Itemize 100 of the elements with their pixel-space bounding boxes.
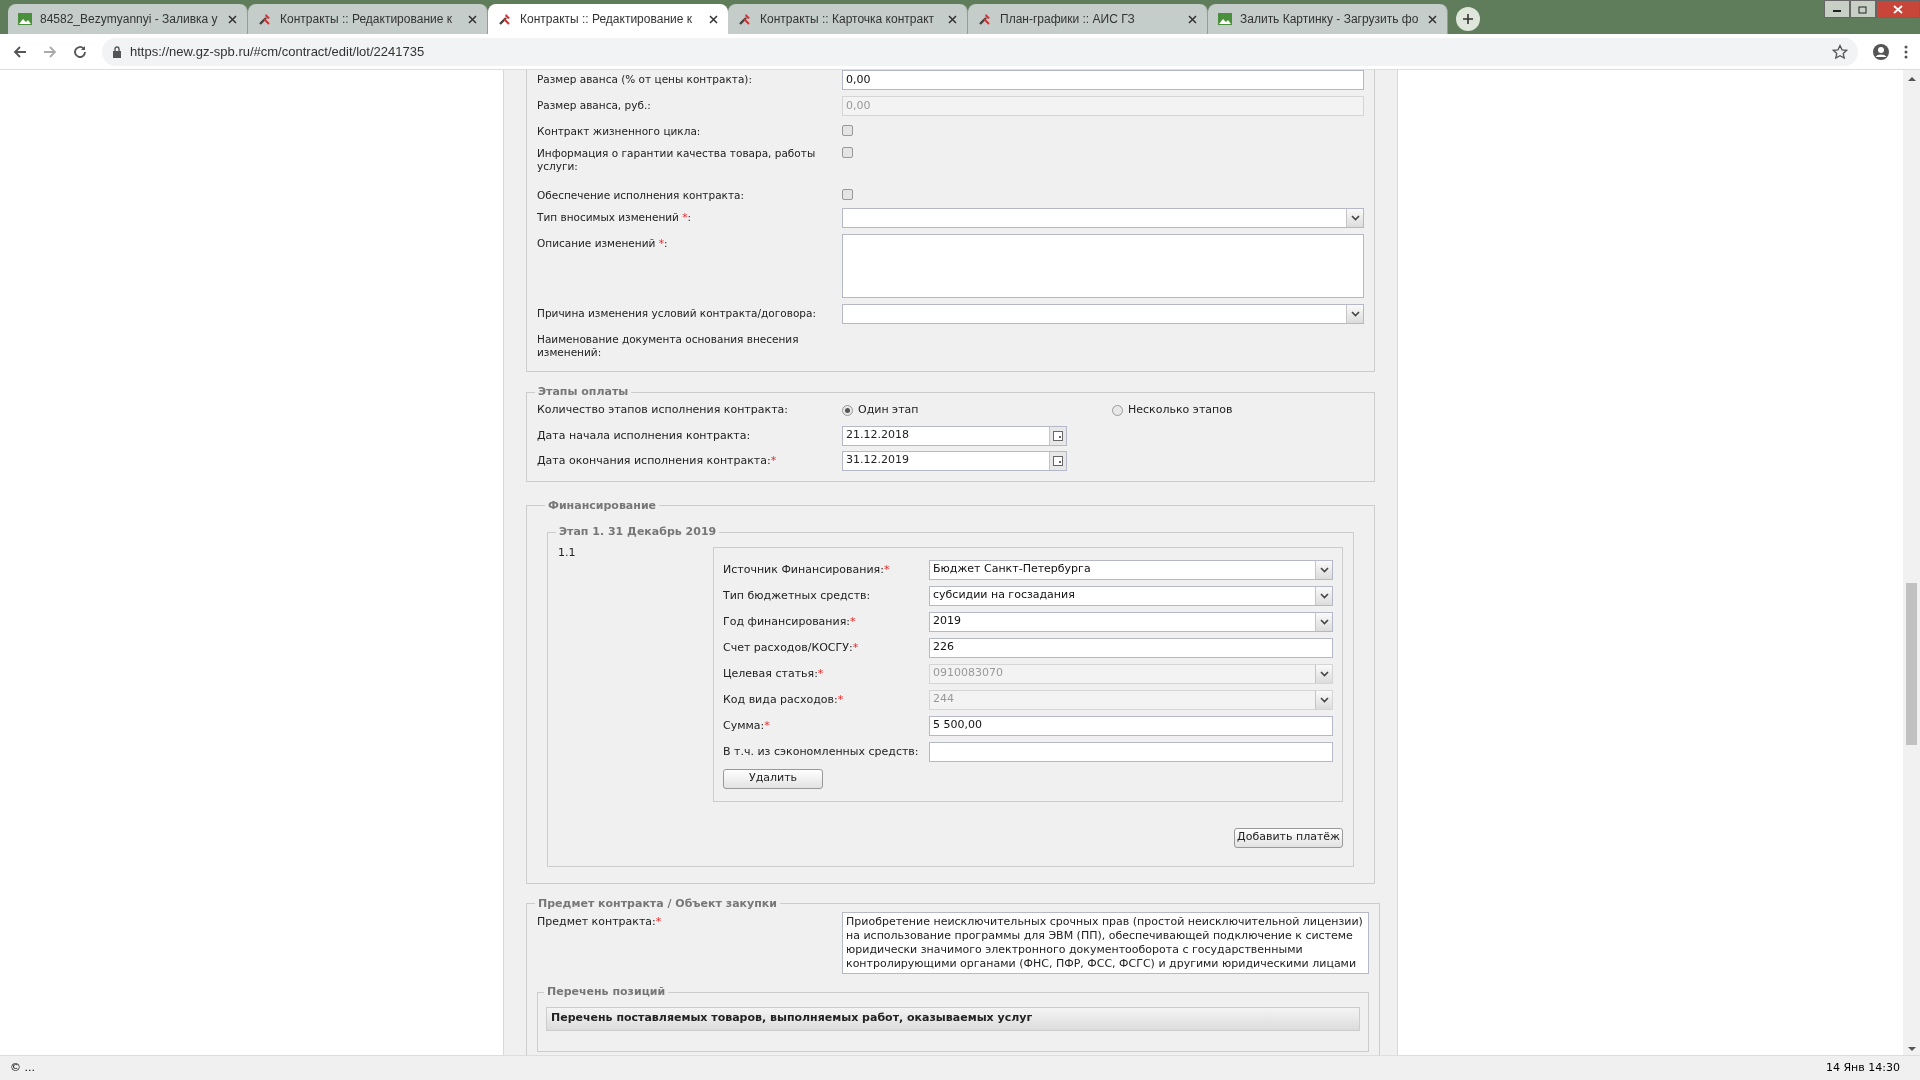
close-icon	[1893, 4, 1903, 14]
input-field[interactable]: 5 500,00	[929, 715, 1333, 736]
required-mark: *	[770, 454, 777, 467]
close-icon[interactable]	[948, 14, 957, 24]
field-label: Дата окончания исполнения контракта:	[537, 454, 771, 467]
dropdown-field[interactable]	[842, 304, 1364, 324]
text-area[interactable]: Приобретение неисключительных срочных прав (простой неисключительной лицензии) на использование программы для ЭВМ (ПП), обеспечивающей подключение к системе юридически значимого электронного документооборота с государственными контролирующими органами (ФНС, ПФР, ФСС, ФСГС) и другими юридическими лицами	[842, 912, 1369, 974]
lock-icon	[112, 45, 122, 58]
restore-icon	[1858, 4, 1868, 14]
input-field[interactable]: 0,00	[842, 70, 1364, 90]
add-payment-button[interactable]: Добавить платёж	[1234, 827, 1343, 848]
field-label: Размер аванса, руб.:	[537, 99, 651, 111]
address-bar[interactable]: https://new.gz-spb.ru/#cm/contract/edit/lot/2241735	[102, 37, 1858, 66]
dropdown-field[interactable]: субсидии на госзадания	[929, 585, 1333, 606]
required-mark: *	[837, 693, 844, 706]
scroll-thumb[interactable]	[1906, 583, 1917, 745]
account-icon[interactable]	[1872, 42, 1890, 61]
close-icon[interactable]	[228, 14, 237, 24]
section-legend: Этап 1. 31 Декабрь 2019	[556, 524, 720, 541]
calendar-icon[interactable]	[1049, 426, 1066, 445]
back-icon[interactable]	[12, 43, 28, 60]
field-label: Счет расходов/КОСГУ:	[723, 641, 853, 654]
delete-button[interactable]: Удалить	[723, 768, 823, 789]
star-icon[interactable]	[1832, 43, 1848, 60]
url-text: https://new.gz-spb.ru/#cm/contract/edit/lot/2241735	[130, 42, 425, 61]
required-mark: *	[655, 915, 662, 928]
tools-icon	[498, 12, 512, 26]
minimize-button[interactable]	[1824, 0, 1850, 18]
tools-icon	[978, 12, 992, 26]
tab-title: План-графики :: АИС ГЗ	[1000, 11, 1136, 28]
radio-label: Несколько этапов	[1128, 402, 1233, 419]
checkbox[interactable]	[842, 147, 853, 158]
close-icon[interactable]	[1428, 14, 1437, 24]
radio-button[interactable]	[842, 405, 853, 416]
required-mark: *	[850, 615, 856, 628]
field-label: Тип бюджетных средств:	[723, 589, 871, 602]
radio-label: Один этап	[858, 402, 919, 419]
field-label: :	[687, 211, 692, 223]
input-field[interactable]	[929, 741, 1333, 762]
browser-tab[interactable]: 84582_Bezymyannyi - Заливка у	[8, 4, 248, 34]
scrollbar[interactable]	[1903, 70, 1920, 1055]
close-icon[interactable]	[709, 14, 718, 24]
browser-tab[interactable]: Контракты :: Редактирование к	[488, 4, 728, 34]
tab-title: Контракты :: Карточка контракт	[760, 11, 935, 28]
field-label: Наименование документа основания внесения изменений:	[537, 333, 799, 358]
field-label: Контракт жизненного цикла:	[537, 125, 701, 137]
field-label: Информация о гарантии качества товара, работы услуги:	[537, 147, 816, 172]
field-label: Год финансирования:	[723, 615, 850, 628]
field-label: Дата начала исполнения контракта:	[537, 429, 751, 442]
field-label: Сумма:	[723, 719, 765, 732]
new-tab-button[interactable]	[1456, 7, 1480, 31]
field-label: Количество этапов исполнения контракта:	[537, 402, 789, 419]
close-icon[interactable]	[1188, 14, 1197, 24]
field-label: Предмет контракта:	[537, 915, 656, 928]
close-button[interactable]	[1876, 0, 1920, 18]
date-field[interactable]: 21.12.2018	[842, 425, 1067, 446]
browser-tab[interactable]: Контракты :: Редактирование к	[248, 4, 488, 34]
tools-icon	[738, 12, 752, 26]
image-icon	[1218, 13, 1232, 25]
required-mark: *	[764, 719, 770, 732]
browser-tab[interactable]: План-графики :: АИС ГЗ	[968, 4, 1208, 34]
field-label: Источник Финансирования:	[723, 563, 884, 576]
section-legend: Финансирование	[545, 497, 660, 514]
tools-icon	[258, 12, 272, 26]
field-label: Тип вносимых изменений	[537, 211, 680, 223]
section-legend: Перечень позиций	[544, 984, 669, 1001]
dropdown-field[interactable]: 2019	[929, 611, 1333, 632]
required-mark: *	[852, 641, 859, 654]
image-icon	[18, 13, 32, 25]
tab-title: Залить Картинку - Загрузить фо	[1240, 11, 1420, 28]
close-icon[interactable]	[468, 14, 477, 24]
item-number: 1.1	[558, 544, 577, 561]
checkbox[interactable]	[842, 189, 853, 200]
field-label: :	[663, 237, 668, 249]
reload-icon[interactable]	[72, 43, 88, 60]
field-label: Описание изменений	[537, 237, 657, 249]
status-text: © ...	[10, 1059, 35, 1076]
table-header: Перечень поставляемых товаров, выполняемых работ, оказываемых услуг	[546, 1006, 1360, 1031]
required-mark: *	[682, 211, 688, 223]
restore-button[interactable]	[1850, 0, 1876, 18]
field-label: Целевая статья:	[723, 667, 818, 680]
field-label: Обеспечение исполнения контракта:	[537, 189, 744, 201]
date-field[interactable]: 31.12.2019	[842, 450, 1067, 471]
menu-icon[interactable]	[1904, 44, 1908, 59]
required-mark: *	[883, 563, 890, 576]
input-field: 0,00	[842, 96, 1364, 116]
field-label: В т.ч. из сэкономленных средств:	[723, 745, 919, 758]
input-field[interactable]: 226	[929, 637, 1333, 658]
checkbox[interactable]	[842, 125, 853, 136]
browser-tab[interactable]: Контракты :: Карточка контракт	[728, 4, 968, 34]
required-mark: *	[658, 237, 664, 249]
field-label: Код вида расходов:	[723, 693, 838, 706]
radio-button[interactable]	[1112, 405, 1123, 416]
tab-title: Контракты :: Редактирование к	[520, 11, 693, 28]
plus-icon	[1462, 13, 1474, 25]
required-mark: *	[817, 667, 824, 680]
dropdown-field[interactable]	[842, 208, 1364, 228]
browser-tab[interactable]: Залить Картинку - Загрузить фо	[1208, 4, 1448, 34]
dropdown-field[interactable]: Бюджет Санкт-Петербурга	[929, 559, 1333, 580]
calendar-icon[interactable]	[1049, 451, 1066, 470]
